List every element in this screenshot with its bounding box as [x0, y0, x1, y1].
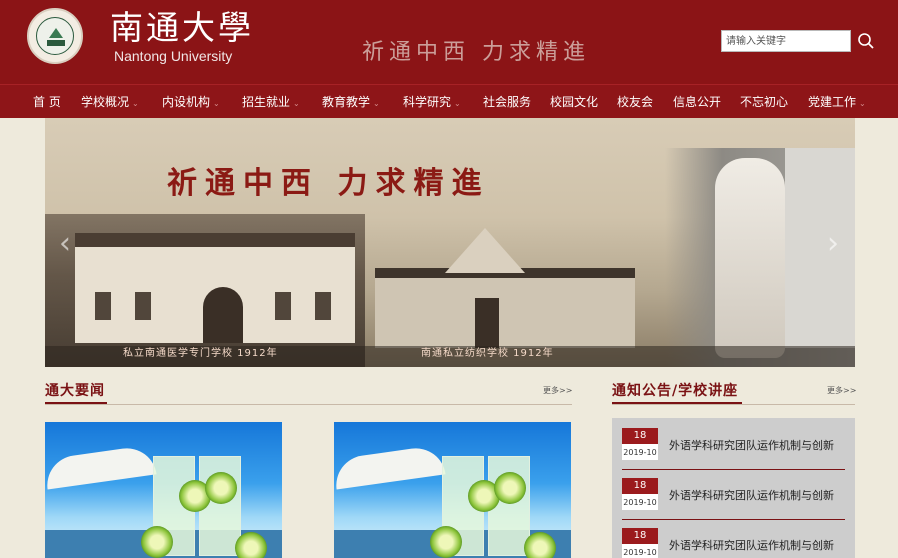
notice-title[interactable]: 外语学科研究团队运作机制与创新: [669, 437, 834, 453]
chevron-down-icon: ⌄: [859, 99, 866, 108]
hero-banner[interactable]: 祈通中西 力求精進 私立南通医学专门学校 1912年 南通私立纺织学校 1912…: [45, 118, 855, 367]
nav-item-original-aspiration[interactable]: 不忘初心: [740, 85, 788, 119]
chevron-down-icon: ⌄: [454, 99, 461, 108]
notice-day: 18: [622, 428, 658, 444]
seal-emblem: [36, 17, 74, 55]
lime-slice: [524, 532, 556, 558]
news-divider: [45, 404, 572, 405]
notice-year-month: 2019-10: [623, 548, 657, 557]
logo-chinese-name[interactable]: 南通大學: [110, 8, 254, 48]
notice-item[interactable]: 18 2019-10 外语学科研究团队运作机制与创新: [622, 520, 845, 558]
nav-item-info-disclosure[interactable]: 信息公开: [673, 85, 721, 119]
notice-day: 18: [622, 528, 658, 544]
nav-item-home[interactable]: 首 页: [33, 85, 61, 119]
building-arch-door: [203, 287, 243, 343]
building-door: [475, 298, 499, 348]
header-motto: 祈通中西 力求精進: [362, 40, 590, 65]
nav-item-about[interactable]: 学校概况 ⌄: [81, 85, 139, 119]
chevron-down-icon: ⌄: [213, 99, 220, 108]
seal-band: [47, 40, 65, 46]
notice-list: 18 2019-10 外语学科研究团队运作机制与创新 18 2019-10 外语…: [612, 418, 855, 558]
notice-item[interactable]: 18 2019-10 外语学科研究团队运作机制与创新: [622, 470, 845, 520]
notice-year-month: 2019-10: [623, 448, 657, 457]
building-window: [275, 292, 291, 320]
nav-label: 首 页: [33, 95, 61, 109]
nav-item-education[interactable]: 教育教学 ⌄: [322, 85, 380, 119]
nav-item-campus-culture[interactable]: 校园文化: [550, 85, 598, 119]
main-nav: 首 页 学校概况 ⌄ 内设机构 ⌄ 招生就业 ⌄ 教育教学 ⌄ 科学研究 ⌄ 社会服务 校…: [0, 84, 898, 118]
lime-slice: [494, 472, 526, 504]
news-more-link[interactable]: 更多>>: [543, 385, 572, 396]
nav-label: 校友会: [617, 95, 654, 109]
seal-mountain-icon: [49, 28, 63, 38]
lime-slice: [205, 472, 237, 504]
notice-title[interactable]: 外语学科研究团队运作机制与创新: [669, 537, 834, 553]
nav-label: 信息公开: [673, 95, 722, 109]
notice-title[interactable]: 外语学科研究团队运作机制与创新: [669, 487, 834, 503]
notices-title-underline: [612, 402, 742, 404]
beach-umbrella: [334, 444, 446, 490]
nav-label: 不忘初心: [740, 95, 789, 109]
site-header: 南通大學 Nantong University 祈通中西 力求精進: [0, 0, 898, 84]
carousel-next-arrow-icon[interactable]: ›: [821, 228, 845, 260]
nav-label: 校园文化: [550, 95, 599, 109]
notice-year-month: 2019-10: [623, 498, 657, 507]
nav-label: 教育教学: [322, 95, 371, 109]
banner-caption-left: 私立南通医学专门学校 1912年: [123, 348, 278, 359]
news-title-underline: [45, 402, 107, 404]
notices-divider: [612, 404, 855, 405]
historic-building-textile-school: [375, 228, 635, 348]
news-thumbnail[interactable]: [45, 422, 282, 558]
notice-date-badge: 18 2019-10: [622, 528, 658, 558]
nav-label: 内设机构: [162, 95, 211, 109]
notice-item[interactable]: 18 2019-10 外语学科研究团队运作机制与创新: [622, 420, 845, 470]
lime-slice: [235, 532, 267, 558]
nav-item-admissions[interactable]: 招生就业 ⌄: [242, 85, 300, 119]
nav-item-social-service[interactable]: 社会服务: [483, 85, 531, 119]
founder-statue: [715, 158, 785, 358]
building-window: [315, 292, 331, 320]
chevron-down-icon: ⌄: [373, 99, 380, 108]
notice-date-badge: 18 2019-10: [622, 478, 658, 510]
beach-umbrella: [45, 444, 157, 490]
nav-item-alumni[interactable]: 校友会: [617, 85, 653, 119]
news-thumbnail[interactable]: [334, 422, 571, 558]
lime-slice: [430, 526, 462, 558]
banner-motto: 祈通中西 力求精進: [167, 166, 490, 201]
lime-slice: [141, 526, 173, 558]
building-window: [135, 292, 151, 320]
carousel-prev-arrow-icon[interactable]: ‹: [53, 228, 77, 260]
nav-item-party-building[interactable]: 党建工作 ⌄: [808, 85, 866, 119]
nav-label: 党建工作: [808, 95, 857, 109]
news-section-title: 通大要闻: [45, 383, 105, 399]
chevron-down-icon: ⌄: [293, 99, 300, 108]
nav-item-research[interactable]: 科学研究 ⌄: [403, 85, 461, 119]
banner-caption-right: 南通私立纺织学校 1912年: [421, 348, 554, 359]
nav-label: 科学研究: [403, 95, 452, 109]
building-gable: [445, 228, 525, 273]
notice-date-badge: 18 2019-10: [622, 428, 658, 460]
nav-label: 社会服务: [483, 95, 532, 109]
nav-label: 学校概况: [81, 95, 130, 109]
logo-english-name[interactable]: Nantong University: [114, 48, 232, 64]
nav-item-departments[interactable]: 内设机构 ⌄: [162, 85, 220, 119]
search-input[interactable]: [721, 30, 851, 52]
historic-building-medical-school: [75, 233, 355, 343]
search-icon[interactable]: [857, 32, 875, 50]
nav-label: 招生就业: [242, 95, 291, 109]
university-seal-logo[interactable]: [27, 8, 83, 64]
notice-day: 18: [622, 478, 658, 494]
notices-section-title: 通知公告/学校讲座: [612, 383, 739, 399]
building-window: [95, 292, 111, 320]
notices-more-link[interactable]: 更多>>: [827, 385, 856, 396]
chevron-down-icon: ⌄: [132, 99, 139, 108]
